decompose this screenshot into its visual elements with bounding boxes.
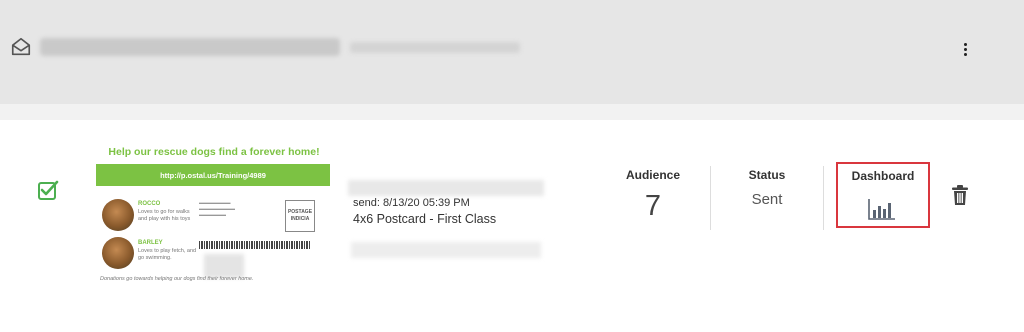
audience-label: Audience (625, 168, 680, 182)
dog-photo (102, 237, 134, 269)
product-type: 4x6 Postcard - First Class (353, 212, 497, 226)
campaign-title-blurred (40, 38, 340, 56)
postage-indicia: POSTAGE INDICIA (285, 200, 315, 232)
dog-name: BARLEY (138, 240, 163, 246)
dashboard-button[interactable]: Dashboard (836, 162, 930, 228)
audience-count: 7 (644, 190, 662, 222)
postcard-headline: Help our rescue dogs find a forever home… (108, 146, 320, 158)
postcard-footer: Donations go towards helping our dogs fi… (100, 276, 254, 282)
return-address-blurred: ▬▬▬▬▬▬▬ ▬▬▬▬▬▬▬▬ ▬▬▬▬▬▬ (199, 200, 235, 217)
postal-barcode (199, 241, 311, 249)
dog-description: Loves to play fetch, and go swimming. (138, 248, 197, 261)
dog-name: ROCCO (138, 201, 161, 207)
kebab-menu-icon[interactable] (955, 38, 975, 60)
mailing-detail-blurred (351, 242, 541, 258)
campaign-subtitle-blurred (350, 42, 520, 53)
postcard-preview[interactable]: Help our rescue dogs find a forever home… (96, 136, 332, 286)
dashboard-label: Dashboard (851, 169, 915, 183)
bar-chart-icon (868, 199, 895, 220)
trash-icon[interactable] (951, 184, 969, 206)
send-date: send: 8/13/20 05:39 PM (353, 197, 470, 209)
dog-description: Loves to go for walks and play with his … (138, 209, 191, 222)
column-divider (823, 166, 824, 230)
dog-photo (102, 199, 134, 231)
column-divider (710, 166, 711, 230)
postcard-url-bar: http://p.ostal.us/Training/4989 (96, 164, 330, 186)
header-bar (0, 0, 1024, 104)
recipient-address-blurred (204, 254, 244, 278)
mailing-name-blurred (348, 180, 544, 196)
status-label: Status (748, 168, 786, 182)
status-value: Sent (751, 191, 783, 208)
envelope-open-icon (11, 37, 31, 56)
checkbox-checked-icon[interactable] (37, 180, 59, 202)
